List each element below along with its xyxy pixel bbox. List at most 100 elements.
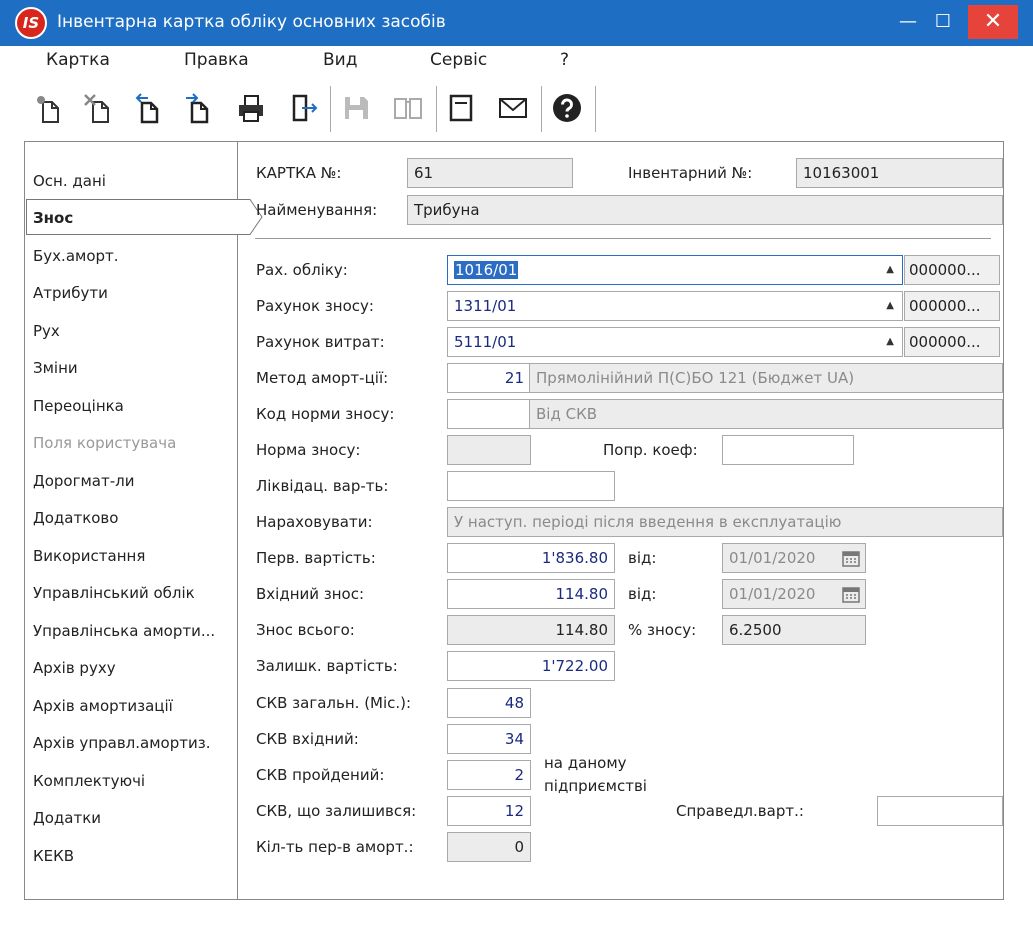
nav-item-atrybuty[interactable]: Атрибути [33, 284, 108, 302]
name-field: Трибуна [407, 195, 1003, 225]
fair-value-field[interactable] [877, 796, 1003, 826]
card-no-label: КАРТКА №: [256, 164, 342, 182]
init-cost-field[interactable]: 1'836.80 [447, 543, 615, 573]
skv-left-label: СКВ, що залишився: [256, 802, 417, 820]
norm-field [447, 435, 531, 465]
nav-item-bukh-amort[interactable]: Бух.аморт. [33, 247, 119, 265]
init-cost-date: 01/01/2020 [729, 549, 816, 567]
chevron-up-icon[interactable]: ▲ [886, 328, 894, 356]
liq-label: Ліквідац. вар-ть: [256, 477, 389, 495]
nav-item-arkhiv-rukhu[interactable]: Архів руху [33, 659, 116, 677]
copy-back-icon[interactable] [130, 90, 166, 126]
menu-servis[interactable]: Сервіс [430, 50, 487, 70]
mail-icon[interactable] [495, 90, 531, 126]
nav-item-rukh[interactable]: Рух [33, 322, 60, 340]
nav-item-dodatky[interactable]: Додатки [33, 809, 101, 827]
nav-item-vykorystannia[interactable]: Використання [33, 547, 145, 565]
nav-item-kekv[interactable]: КЕКВ [33, 847, 74, 865]
nav-item-komplektuiuchi[interactable]: Комплектуючі [33, 772, 145, 790]
form-icon[interactable] [443, 90, 479, 126]
in-dep-date: 01/01/2020 [729, 585, 816, 603]
close-button[interactable]: ✕ [968, 5, 1018, 39]
dep-acct-label: Рахунок зносу: [256, 297, 374, 315]
coef-field[interactable] [722, 435, 854, 465]
init-cost-label: Перв. вартість: [256, 549, 376, 567]
in-dep-field[interactable]: 114.80 [447, 579, 615, 609]
chevron-up-icon[interactable]: ▲ [886, 256, 894, 284]
fair-value-label: Справедл.варт.: [676, 802, 804, 820]
menu-vyd[interactable]: Вид [323, 50, 357, 70]
print-icon[interactable] [233, 90, 269, 126]
total-dep-field: 114.80 [447, 615, 615, 645]
dep-acct-analytics-button[interactable]: 000000... [904, 291, 1000, 321]
nav-item-arkhiv-amort[interactable]: Архів амортизації [33, 697, 173, 715]
divider [255, 238, 991, 239]
help-icon[interactable] [549, 90, 585, 126]
nav-item-upravl-amort[interactable]: Управлінська аморти... [33, 622, 215, 640]
maximize-button[interactable]: ☐ [923, 5, 963, 39]
menu-bar: Картка Правка Вид Сервіс ? [0, 46, 1033, 76]
skv-total-label: СКВ загальн. (Міс.): [256, 694, 412, 712]
title-bar: IS Інвентарна картка обліку основних зас… [0, 0, 1033, 46]
calendar-icon[interactable] [839, 580, 863, 608]
window-title: Інвентарна картка обліку основних засобі… [57, 12, 446, 32]
toolbar-separator [330, 86, 331, 132]
nav-item-upravl-oblik[interactable]: Управлінський облік [33, 584, 195, 602]
save-icon[interactable] [338, 90, 374, 126]
acct-field[interactable]: 1016/01 ▲ [447, 255, 903, 285]
liq-field[interactable] [447, 471, 615, 501]
exp-acct-analytics-button[interactable]: 000000... [904, 327, 1000, 357]
method-label: Метод аморт-ції: [256, 369, 389, 387]
norm-code-label: Код норми зносу: [256, 405, 395, 423]
book-icon[interactable] [390, 90, 426, 126]
residual-field[interactable]: 1'722.00 [447, 651, 615, 681]
nav-item-dorogmat[interactable]: Дорогмат-ли [33, 472, 134, 490]
chevron-up-icon[interactable]: ▲ [886, 292, 894, 320]
nav-item-dodatkovo[interactable]: Додатково [33, 509, 118, 527]
periods-field: 0 [447, 832, 531, 862]
nav-item-pereotsinka[interactable]: Переоцінка [33, 397, 124, 415]
nav-item-znos[interactable]: Знос [33, 209, 73, 227]
delete-document-icon[interactable] [80, 90, 116, 126]
method-code-field[interactable]: 21 [447, 363, 531, 393]
nav-item-osn-dani[interactable]: Осн. дані [33, 172, 106, 190]
norm-code-text: Від СКВ [529, 399, 1003, 429]
exit-icon[interactable] [286, 90, 322, 126]
calendar-icon[interactable] [839, 544, 863, 572]
toolbar-separator [541, 86, 542, 132]
skv-left-field[interactable]: 12 [447, 796, 531, 826]
acct-analytics-button[interactable]: 000000... [904, 255, 1000, 285]
periods-label: Кіл-ть пер-в аморт.: [256, 838, 414, 856]
from-label: від: [628, 549, 657, 567]
menu-pravka[interactable]: Правка [184, 50, 249, 70]
pct-field: 6.2500 [722, 615, 866, 645]
norm-code-field[interactable] [447, 399, 531, 429]
residual-label: Залишк. вартість: [256, 657, 398, 675]
menu-kartka[interactable]: Картка [46, 50, 110, 70]
skv-passed-field[interactable]: 2 [447, 760, 531, 790]
copy-forward-icon[interactable] [180, 90, 216, 126]
toolbar-separator [436, 86, 437, 132]
menu-help[interactable]: ? [560, 50, 569, 70]
skv-in-field[interactable]: 34 [447, 724, 531, 754]
card-no-field: 61 [407, 158, 573, 188]
skv-passed-label: СКВ пройдений: [256, 766, 385, 784]
name-label: Найменування: [256, 201, 378, 219]
at-enterprise-label-2: підприємстві [544, 777, 647, 795]
nav-item-zminy[interactable]: Зміни [33, 359, 78, 377]
from-label: від: [628, 585, 657, 603]
acct-label: Рах. обліку: [256, 261, 348, 279]
section-nav: Осн. дані Знос Бух.аморт. Атрибути Рух З… [24, 141, 263, 900]
norm-label: Норма зносу: [256, 441, 361, 459]
minimize-button[interactable]: — [888, 5, 928, 39]
in-dep-label: Вхідний знос: [256, 585, 365, 603]
dep-acct-field[interactable]: 1311/01 ▲ [447, 291, 903, 321]
app-logo: IS [15, 7, 47, 39]
skv-total-field[interactable]: 48 [447, 688, 531, 718]
new-document-icon[interactable] [30, 90, 66, 126]
exp-acct-field[interactable]: 5111/01 ▲ [447, 327, 903, 357]
nav-item-arkhiv-upravl-amort[interactable]: Архів управл.амортиз. [33, 734, 210, 752]
accrue-field[interactable]: У наступ. періоді після введення в експл… [447, 507, 1003, 537]
acct-value: 1016/01 [454, 261, 519, 279]
coef-label: Попр. коеф: [603, 441, 698, 459]
